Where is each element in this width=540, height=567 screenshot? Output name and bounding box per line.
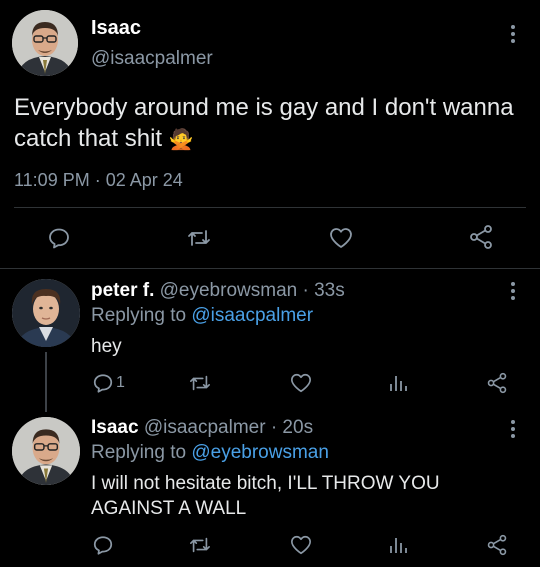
replying-to-label: Replying to — [91, 305, 187, 326]
heart-icon[interactable] — [289, 534, 313, 556]
tweet-text: Everybody around me is gay and I don't w… — [14, 92, 514, 156]
no-gesture-emoji: 🙅 — [168, 129, 194, 151]
avatar-peter[interactable] — [12, 279, 80, 347]
retweet-icon[interactable] — [188, 372, 212, 394]
more-vertical-icon[interactable] — [510, 420, 516, 441]
reply-header: peter f. @eyebrowsman · 33s — [91, 280, 345, 302]
author-handle[interactable]: @isaacpalmer — [91, 48, 213, 70]
more-vertical-icon[interactable] — [510, 25, 516, 46]
heart-icon[interactable] — [328, 226, 354, 250]
share-icon[interactable] — [486, 534, 508, 556]
avatar-isaac-image — [12, 10, 78, 76]
reply-time: · 20s — [270, 417, 314, 438]
reply-author-name[interactable]: Isaac — [91, 417, 139, 438]
avatar-isaac-image — [12, 417, 80, 485]
divider — [14, 207, 526, 208]
replying-to: Replying to @eyebrowsman — [91, 442, 329, 464]
views-icon[interactable] — [387, 372, 409, 394]
reply-author-handle[interactable]: @isaacpalmer — [144, 417, 266, 438]
tweet-text-body: Everybody around me is gay and I don't w… — [14, 94, 514, 152]
more-vertical-icon[interactable] — [510, 282, 516, 303]
avatar-isaac[interactable] — [12, 10, 78, 76]
reply-count: 1 — [116, 374, 125, 391]
avatar-isaac[interactable] — [12, 417, 80, 485]
reply-icon[interactable] — [92, 534, 114, 556]
reply-header: Isaac @isaacpalmer · 20s — [91, 417, 313, 439]
share-icon[interactable] — [468, 224, 494, 250]
retweet-icon[interactable] — [186, 226, 212, 250]
share-icon[interactable] — [486, 372, 508, 394]
replying-to-handle[interactable]: @isaacpalmer — [191, 305, 313, 326]
replying-to-handle[interactable]: @eyebrowsman — [191, 442, 329, 463]
reply-text: hey — [91, 336, 122, 357]
tweet-timestamp: 11:09 PM · 02 Apr 24 — [14, 170, 183, 190]
thread-line — [45, 352, 47, 412]
retweet-icon[interactable] — [188, 534, 212, 556]
author-name[interactable]: Isaac — [91, 17, 141, 40]
replying-to: Replying to @isaacpalmer — [91, 305, 313, 327]
avatar-peter-image — [12, 279, 80, 347]
reply-icon[interactable] — [47, 226, 71, 250]
reply-author-handle[interactable]: @eyebrowsman — [160, 280, 298, 301]
reply-author-name[interactable]: peter f. — [91, 280, 154, 301]
reply-text: I will not hesitate bitch, I'LL THROW YO… — [91, 473, 440, 519]
reply-time: · 33s — [302, 280, 345, 301]
heart-icon[interactable] — [289, 372, 313, 394]
reply-icon[interactable] — [92, 372, 114, 394]
replying-to-label: Replying to — [91, 442, 187, 463]
views-icon[interactable] — [387, 534, 409, 556]
divider — [0, 268, 540, 269]
